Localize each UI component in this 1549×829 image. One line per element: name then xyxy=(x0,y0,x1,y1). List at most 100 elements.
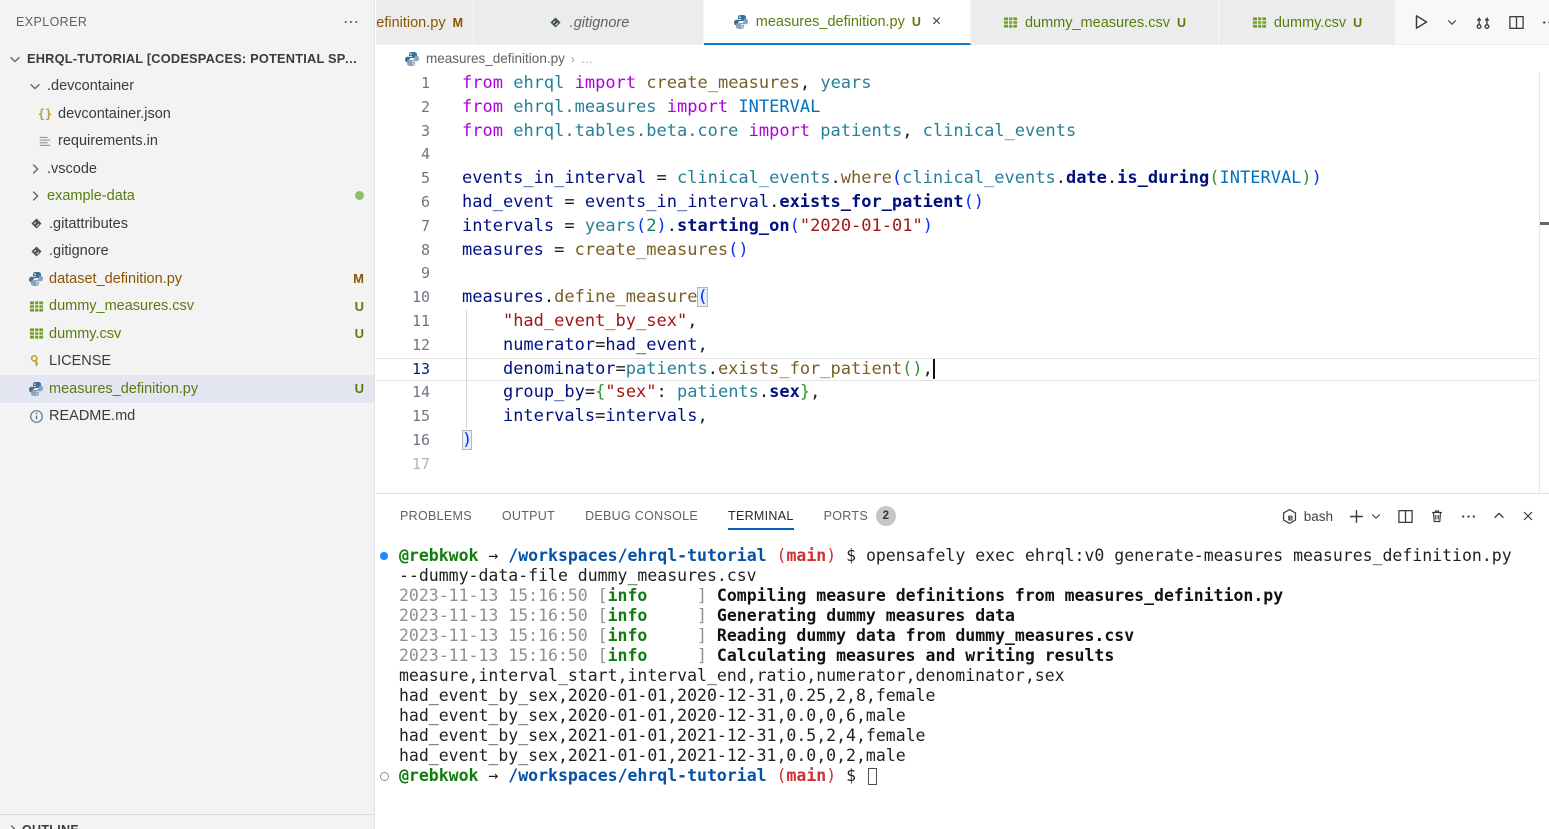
panel-tab-ports[interactable]: PORTS2 xyxy=(824,494,896,538)
bottom-panel: PROBLEMS OUTPUT DEBUG CONSOLE TERMINAL PORTS… xyxy=(376,493,1549,829)
run-button[interactable] xyxy=(1412,13,1430,31)
panel-tab-label: OUTPUT xyxy=(502,509,555,523)
code-line-4[interactable]: 4 xyxy=(376,143,1540,167)
panel-tab-debug-console[interactable]: DEBUG CONSOLE xyxy=(585,494,698,538)
tree-item-label: .vscode xyxy=(47,161,364,177)
tree-item-dataset-definition-py[interactable]: dataset_definition.pyM xyxy=(0,265,374,293)
code-line-12[interactable]: 12 numerator=had_event, xyxy=(376,334,1540,358)
split-editor-button[interactable] xyxy=(1397,508,1414,525)
tab-git-badge: U xyxy=(1353,16,1362,30)
command-decoration-hollow[interactable] xyxy=(380,772,389,781)
tree-item-label: EHRQL-TUTORIAL [CODESPACES: POTENTIAL SP… xyxy=(27,51,364,66)
line-number: 13 xyxy=(376,358,430,382)
tab-dummy-measures-csv[interactable]: dummy_measures.csvU xyxy=(971,0,1219,45)
breadcrumb[interactable]: measures_definition.py › … xyxy=(376,45,1549,72)
tree-item-dummy-measures-csv[interactable]: dummy_measures.csvU xyxy=(0,293,374,321)
file-icon-wrap xyxy=(26,354,46,368)
code-line-1[interactable]: 1from ehrql import create_measures, year… xyxy=(376,72,1540,96)
code-line-16[interactable]: 16) xyxy=(376,429,1540,453)
code-editor[interactable]: 1from ehrql import create_measures, year… xyxy=(376,72,1549,493)
outline-section[interactable]: OUTLINE xyxy=(0,814,374,829)
chevron-right-icon xyxy=(6,823,20,829)
code-text: from ehrql.tables.beta.core import patie… xyxy=(462,120,1076,144)
tree-item-devcontainer-json[interactable]: {}devcontainer.json xyxy=(0,100,374,128)
terminal-line-12: @rebkwok → /workspaces/ehrql-tutorial (m… xyxy=(376,766,1549,786)
tree-item-label: LICENSE xyxy=(49,353,364,369)
tree-item-requirements-in[interactable]: requirements.in xyxy=(0,128,374,156)
close-button[interactable] xyxy=(1521,509,1535,523)
chevdown-icon xyxy=(1446,16,1458,28)
panel-tab-problems[interactable]: PROBLEMS xyxy=(400,494,472,538)
tab-git-badge: U xyxy=(912,15,921,29)
plus-button[interactable] xyxy=(1348,508,1365,525)
csv-icon xyxy=(1252,15,1267,30)
code-line-5[interactable]: 5events_in_interval = clinical_events.wh… xyxy=(376,167,1540,191)
terminal-shell-selector[interactable]: $bash xyxy=(1281,508,1333,525)
plus-icon xyxy=(1348,508,1365,525)
tree-item-license[interactable]: LICENSE xyxy=(0,348,374,376)
terminal-line-1: @rebkwok → /workspaces/ehrql-tutorial (m… xyxy=(376,546,1549,566)
tab-measures-definition-py[interactable]: measures_definition.py U × xyxy=(704,0,971,45)
code-line-17[interactable]: 17 xyxy=(376,453,1540,477)
terminal-line-7: measure,interval_start,interval_end,rati… xyxy=(376,666,1549,686)
code-line-13[interactable]: 13 denominator=patients.exists_for_patie… xyxy=(376,358,1540,382)
git-icon xyxy=(548,15,563,30)
trash-button[interactable] xyxy=(1429,508,1445,524)
panel-tab-label: TERMINAL xyxy=(728,509,794,523)
command-decoration-filled[interactable] xyxy=(380,552,388,560)
tree-item-gitattributes[interactable]: .gitattributes xyxy=(0,210,374,238)
file-icon-wrap xyxy=(26,326,46,341)
panel-tab-output[interactable]: OUTPUT xyxy=(502,494,555,538)
chevron-right-icon xyxy=(28,162,42,176)
breadcrumb-file[interactable]: measures_definition.py xyxy=(426,51,565,66)
tree-item-label: .gitattributes xyxy=(49,216,364,232)
tree-item-gitignore[interactable]: .gitignore xyxy=(0,238,374,266)
file-icon-wrap xyxy=(26,271,46,287)
tab-label: measures_definition.py xyxy=(756,14,905,30)
code-line-10[interactable]: 10measures.define_measure( xyxy=(376,286,1540,310)
tree-item-example-data[interactable]: example-data xyxy=(0,183,374,211)
code-line-6[interactable]: 6had_event = events_in_interval.exists_f… xyxy=(376,191,1540,215)
code-line-14[interactable]: 14 group_by={"sex": patients.sex}, xyxy=(376,381,1540,405)
code-line-3[interactable]: 3from ehrql.tables.beta.core import pati… xyxy=(376,120,1540,144)
code-text: numerator=had_event, xyxy=(462,334,708,358)
ellipsis-button[interactable] xyxy=(1460,508,1477,525)
tree-item-readme-md[interactable]: README.md xyxy=(0,403,374,431)
code-line-15[interactable]: 15 intervals=intervals, xyxy=(376,405,1540,429)
chevup-button[interactable] xyxy=(1492,509,1506,523)
close-icon[interactable]: × xyxy=(932,13,941,31)
code-line-9[interactable]: 9 xyxy=(376,262,1540,286)
tree-item-label: .devcontainer xyxy=(47,78,364,94)
terminal-line-11: had_event_by_sex,2021-01-01,2021-12-31,0… xyxy=(376,746,1549,766)
tree-item-measures-definition-py[interactable]: measures_definition.pyU xyxy=(0,375,374,403)
tree-item-ehrql-tutorial-codespaces-potential-spa[interactable]: EHRQL-TUTORIAL [CODESPACES: POTENTIAL SP… xyxy=(0,45,374,73)
tree-item-label: requirements.in xyxy=(58,133,364,149)
split-editor-button[interactable] xyxy=(1508,14,1525,31)
chevdown-icon xyxy=(1370,510,1382,522)
open-changes-button[interactable] xyxy=(1474,13,1492,31)
panel-tab-terminal[interactable]: TERMINAL xyxy=(728,494,794,538)
ellipsis-button[interactable] xyxy=(1541,14,1549,31)
csv-icon xyxy=(29,326,44,341)
tree-chevron xyxy=(6,52,24,66)
explorer-more-actions-icon[interactable]: ⋯ xyxy=(343,12,360,32)
breadcrumb-more[interactable]: … xyxy=(581,52,593,66)
code-line-8[interactable]: 8measures = create_measures() xyxy=(376,239,1540,263)
terminal[interactable]: @rebkwok → /workspaces/ehrql-tutorial (m… xyxy=(376,546,1549,829)
tree-item-devcontainer[interactable]: .devcontainer xyxy=(0,73,374,101)
new-terminal-group xyxy=(1348,508,1382,525)
tree-item-dummy-csv[interactable]: dummy.csvU xyxy=(0,320,374,348)
chevron-down-icon xyxy=(28,79,42,93)
code-line-2[interactable]: 2from ehrql.measures import INTERVAL xyxy=(376,96,1540,120)
tab-gitignore[interactable]: .gitignore xyxy=(474,0,704,45)
chevdown-button[interactable] xyxy=(1370,510,1382,522)
editor-scrollbar[interactable] xyxy=(1539,72,1549,493)
tab-dataset-definition-py[interactable]: dataset_definition.pyM xyxy=(376,0,474,45)
tree-item-vscode[interactable]: .vscode xyxy=(0,155,374,183)
tab-dummy-csv[interactable]: dummy.csvU xyxy=(1219,0,1396,45)
code-line-11[interactable]: 11 "had_event_by_sex", xyxy=(376,310,1540,334)
code-line-7[interactable]: 7intervals = years(2).starting_on("2020-… xyxy=(376,215,1540,239)
chevron-right-icon xyxy=(6,823,20,829)
chevdown-button[interactable] xyxy=(1446,16,1458,28)
file-icon-wrap xyxy=(26,244,46,259)
